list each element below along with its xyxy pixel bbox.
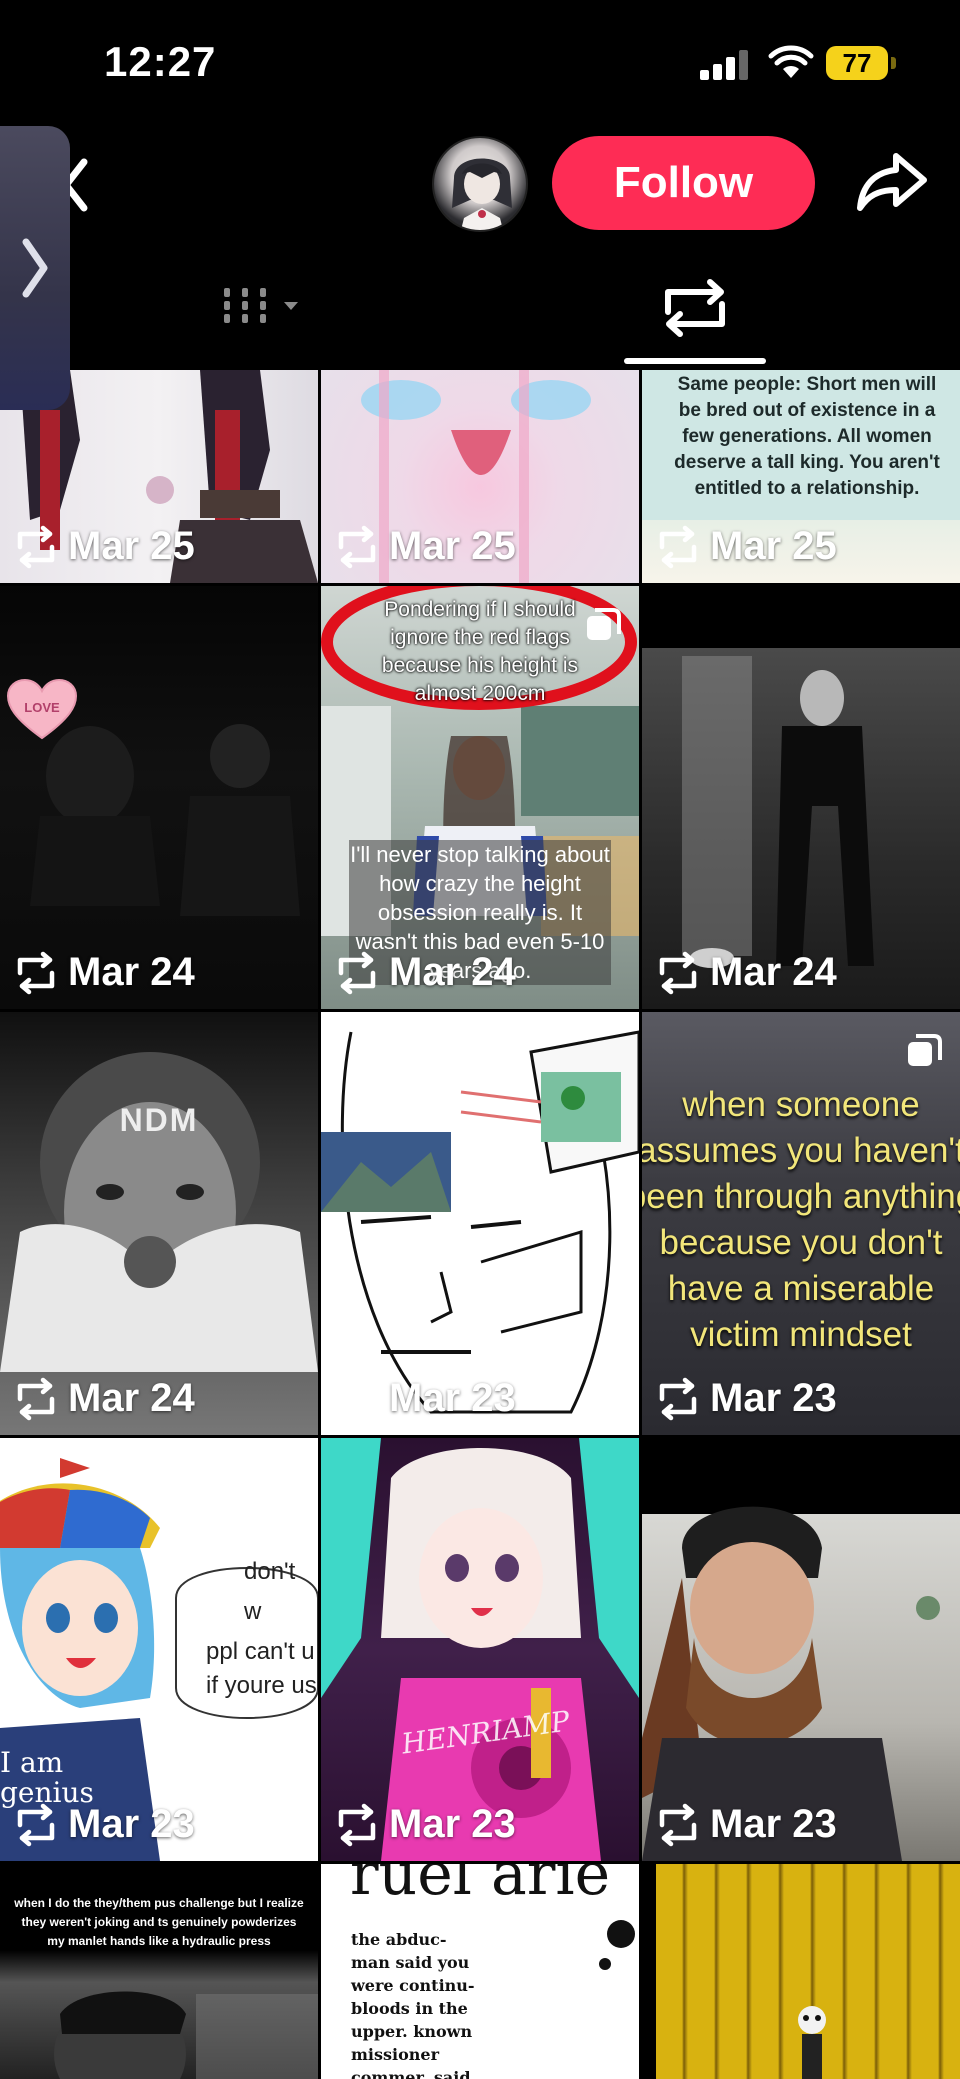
- shirt-text: I am genius: [0, 1746, 94, 1809]
- video-tile[interactable]: Pondering if I should ignore the red fla…: [321, 586, 639, 1009]
- video-tile[interactable]: NDM Mar 24: [0, 1012, 318, 1435]
- multi-image-icon: [587, 608, 621, 640]
- profile-tabs: [0, 248, 960, 368]
- repost-date: Mar 23: [12, 1802, 195, 1847]
- chevron-right-icon: [22, 238, 48, 298]
- man-eating-scene: [0, 1052, 318, 1372]
- multi-image-icon: [908, 1034, 942, 1066]
- video-tile[interactable]: Mar 23: [642, 1438, 960, 1861]
- repost-date: Mar 23: [654, 1376, 837, 1421]
- video-tile[interactable]: Mar 23: [321, 1012, 639, 1435]
- repost-icon: [17, 1803, 55, 1846]
- repost-date-text: Mar 25: [389, 524, 516, 568]
- repost-date-text: Mar 23: [389, 1802, 516, 1846]
- active-tab-indicator: [624, 358, 766, 364]
- newspaper-splatter: [599, 1920, 635, 1970]
- repost-icon: [659, 1377, 697, 1420]
- repost-date: Mar 23: [333, 1376, 516, 1421]
- repost-date-text: Mar 23: [710, 1376, 837, 1420]
- tile-caption-top: Pondering if I should ignore the red fla…: [381, 598, 579, 705]
- repost-date-text: Mar 23: [710, 1802, 837, 1846]
- tall-figure: [682, 656, 874, 968]
- repost-date: Mar 24: [654, 950, 837, 995]
- repost-date-text: Mar 23: [68, 1802, 195, 1846]
- follow-button[interactable]: Follow: [552, 136, 815, 230]
- avatar[interactable]: [432, 136, 528, 232]
- repost-icon: [659, 1803, 697, 1846]
- video-tile[interactable]: don't w ppl can't u if youre us I am gen…: [0, 1438, 318, 1861]
- video-tile[interactable]: Mar 25: [321, 370, 639, 583]
- profile-header: Follow: [0, 128, 960, 248]
- tile-caption: when someone assumes you haven't been th…: [642, 1085, 960, 1354]
- repost-date-text: Mar 24: [68, 1376, 195, 1420]
- repost-icon: [17, 1377, 55, 1420]
- repost-date-text: Mar 23: [389, 1376, 516, 1420]
- repost-icon: [659, 951, 697, 994]
- status-bar: 12:27 77: [0, 0, 960, 128]
- repost-icon: [17, 525, 55, 568]
- repost-date: Mar 23: [333, 1802, 516, 1847]
- video-tile[interactable]: LOVE Mar 24: [0, 586, 318, 1009]
- heart-sticker-icon: LOVE: [6, 678, 78, 740]
- grid-columns-icon: [224, 288, 298, 323]
- video-tile[interactable]: ruel arie the abduc- man said you were c…: [321, 1864, 639, 2079]
- repost-date: Mar 25: [12, 524, 195, 569]
- repost-icon: [338, 951, 376, 994]
- video-tile[interactable]: HENRIAMP Mar 23: [321, 1438, 639, 1861]
- cap-logo-text: NDM: [119, 1102, 199, 1138]
- side-panel-handle[interactable]: [0, 126, 70, 410]
- creature-figure: [798, 2006, 826, 2079]
- repost-date-text: Mar 25: [710, 524, 837, 568]
- wifi-icon: [768, 45, 814, 78]
- repost-date-text: Mar 24: [710, 950, 837, 994]
- repost-icon: [659, 525, 697, 568]
- repost-icon: [17, 951, 55, 994]
- repost-date-text: Mar 25: [68, 524, 195, 568]
- video-tile[interactable]: when I do the they/them pus challenge bu…: [0, 1864, 318, 2079]
- battery-cap: [891, 57, 896, 69]
- speech-bubble: don't w ppl can't u if youre us: [196, 1552, 318, 1706]
- repost-date: Mar 24: [12, 1376, 195, 1421]
- repost-icon: [338, 1803, 376, 1846]
- repost-date: Mar 24: [12, 950, 195, 995]
- repost-date-text: Mar 24: [389, 950, 516, 994]
- tab-videos[interactable]: [200, 248, 320, 368]
- sticker-text: LOVE: [24, 700, 60, 715]
- tile-caption: when I do the they/them pus challenge bu…: [14, 1896, 304, 1948]
- cellular-signal-icon: [700, 50, 748, 80]
- repost-date: Mar 23: [654, 1802, 837, 1847]
- status-time: 12:27: [104, 38, 217, 85]
- repost-icon: [338, 1377, 376, 1420]
- speech-line: if youre us: [206, 1672, 317, 1699]
- video-tile[interactable]: when someone assumes you haven't been th…: [642, 1012, 960, 1435]
- battery-level: 77: [842, 48, 872, 78]
- repost-date: Mar 25: [654, 524, 837, 569]
- tab-reposts[interactable]: [624, 248, 766, 368]
- battery-icon: 77: [826, 46, 888, 80]
- bearded-man-scene: [642, 1506, 940, 1861]
- avatar-illustration: [452, 158, 512, 230]
- anime-mecha-art: [321, 1438, 639, 1861]
- speech-line: don't w: [244, 1558, 296, 1625]
- video-tile[interactable]: Mar 24: [642, 586, 960, 1009]
- repost-date: Mar 24: [333, 950, 516, 995]
- dark-scene: [30, 724, 300, 916]
- repost-icon: [338, 525, 376, 568]
- video-tile[interactable]: Same people: Short men will be bred out …: [642, 370, 960, 583]
- tile-caption: Same people: Short men will be bred out …: [674, 374, 940, 499]
- repost-date-text: Mar 24: [68, 950, 195, 994]
- video-tile[interactable]: [642, 1864, 960, 2079]
- repost-icon: [665, 279, 725, 337]
- repost-date: Mar 25: [333, 524, 516, 569]
- meme-drawing: [321, 1030, 639, 1414]
- share-button[interactable]: [856, 150, 928, 214]
